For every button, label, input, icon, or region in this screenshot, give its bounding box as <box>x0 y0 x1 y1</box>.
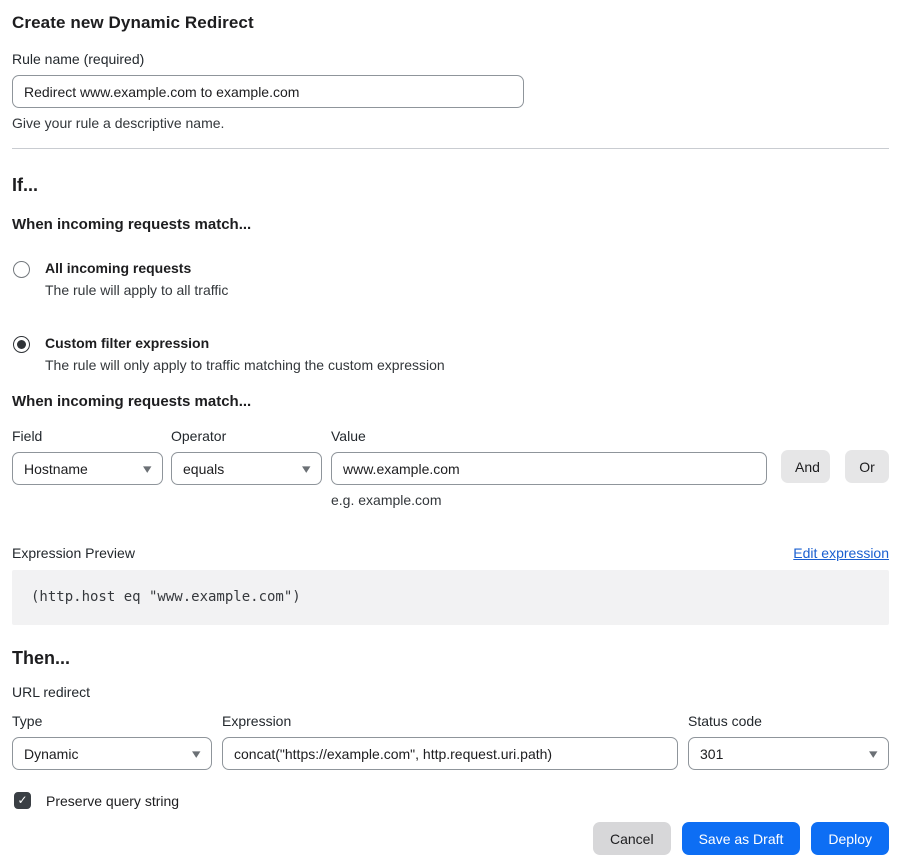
checkmark-icon: ✓ <box>17 793 27 807</box>
page-title: Create new Dynamic Redirect <box>12 12 889 34</box>
radio-option-custom-expression[interactable]: Custom filter expression The rule will o… <box>12 335 889 373</box>
chevron-down-icon: ▾ <box>143 462 151 475</box>
preserve-query-row[interactable]: ✓ Preserve query string <box>12 792 889 809</box>
chevron-down-icon: ▾ <box>192 747 200 760</box>
chevron-down-icon: ▾ <box>869 747 877 760</box>
operator-select[interactable]: equals ▾ <box>171 452 322 485</box>
save-as-draft-button[interactable]: Save as Draft <box>682 822 801 855</box>
match-subheading: When incoming requests match... <box>12 216 889 233</box>
radio-all-description: The rule will apply to all traffic <box>45 282 228 298</box>
value-label: Value <box>331 428 767 444</box>
value-helper: e.g. example.com <box>331 492 767 508</box>
field-select-value: Hostname <box>24 461 88 477</box>
radio-all-label: All incoming requests <box>45 260 228 276</box>
radio-custom-description: The rule will only apply to traffic matc… <box>45 357 445 373</box>
value-input[interactable] <box>331 452 767 485</box>
field-label: Field <box>12 428 163 444</box>
status-code-value: 301 <box>700 746 723 762</box>
edit-expression-link[interactable]: Edit expression <box>793 545 889 561</box>
or-button[interactable]: Or <box>845 450 889 483</box>
url-redirect-label: URL redirect <box>12 684 889 700</box>
field-select[interactable]: Hostname ▾ <box>12 452 163 485</box>
type-select[interactable]: Dynamic ▾ <box>12 737 212 770</box>
radio-button-icon[interactable] <box>13 336 30 353</box>
radio-option-all-incoming[interactable]: All incoming requests The rule will appl… <box>12 260 889 298</box>
then-heading: Then... <box>12 647 889 669</box>
type-select-value: Dynamic <box>24 746 78 762</box>
rule-name-section: Rule name (required) Give your rule a de… <box>12 51 889 131</box>
match-radio-group: All incoming requests The rule will appl… <box>12 260 889 373</box>
preserve-query-checkbox[interactable]: ✓ <box>14 792 31 809</box>
chevron-down-icon: ▾ <box>302 462 310 475</box>
radio-custom-label: Custom filter expression <box>45 335 445 351</box>
expression-preview-header: Expression Preview Edit expression <box>12 545 889 561</box>
filter-builder-row: Field Hostname ▾ Operator equals ▾ Value… <box>12 428 889 508</box>
type-label: Type <box>12 713 212 729</box>
filter-subheading: When incoming requests match... <box>12 393 889 410</box>
rule-name-label: Rule name (required) <box>12 51 889 67</box>
rule-name-input[interactable] <box>12 75 524 108</box>
operator-select-value: equals <box>183 461 224 477</box>
preserve-query-label: Preserve query string <box>46 793 179 809</box>
operator-label: Operator <box>171 428 322 444</box>
deploy-button[interactable]: Deploy <box>811 822 889 855</box>
redirect-expression-label: Expression <box>222 713 678 729</box>
status-code-label: Status code <box>688 713 889 729</box>
if-heading: If... <box>12 174 889 196</box>
footer-actions: Cancel Save as Draft Deploy <box>12 822 889 855</box>
and-button[interactable]: And <box>781 450 830 483</box>
status-code-select[interactable]: 301 ▾ <box>688 737 889 770</box>
radio-button-icon[interactable] <box>13 261 30 278</box>
rule-name-helper: Give your rule a descriptive name. <box>12 115 889 131</box>
expression-preview-label: Expression Preview <box>12 545 135 561</box>
section-divider <box>12 148 889 149</box>
cancel-button[interactable]: Cancel <box>593 822 671 855</box>
create-redirect-form: Create new Dynamic Redirect Rule name (r… <box>0 0 907 855</box>
redirect-expression-input[interactable] <box>222 737 678 770</box>
expression-preview-code: (http.host eq "www.example.com") <box>12 570 889 625</box>
redirect-settings-row: Type Dynamic ▾ Expression Status code 30… <box>12 713 889 770</box>
